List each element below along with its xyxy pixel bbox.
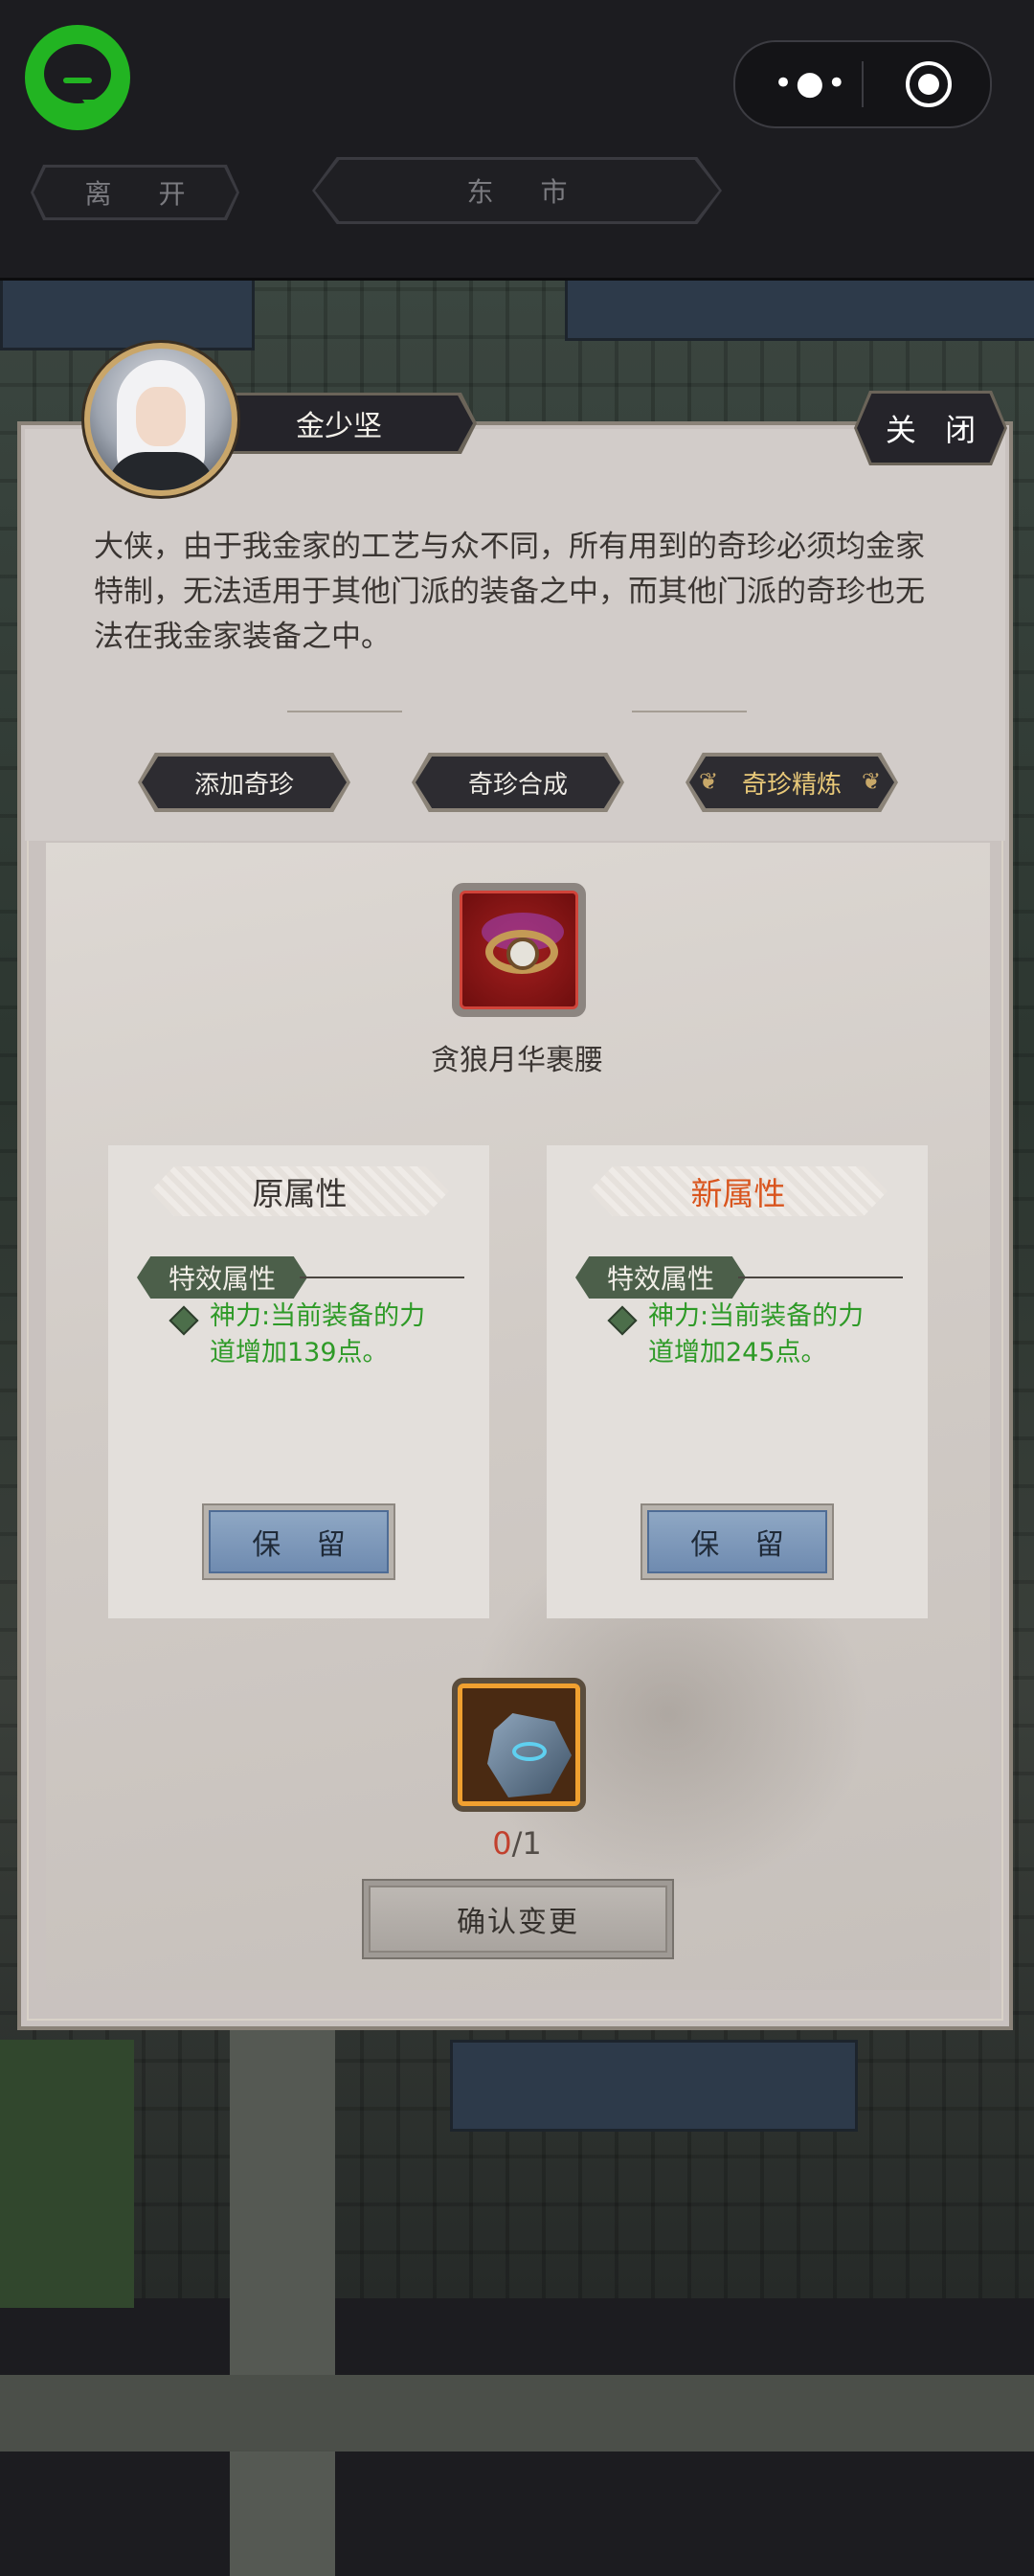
exit-target-icon[interactable] <box>906 61 952 107</box>
road <box>0 2375 1034 2452</box>
road <box>230 2001 335 2576</box>
more-menu-icon[interactable]: •●• <box>774 67 849 100</box>
npc-avatar <box>84 343 237 496</box>
tab-add-treasure[interactable]: 添加奇珍 <box>138 753 350 812</box>
location-label: 东 市 <box>466 176 587 208</box>
rooftop <box>565 278 1034 341</box>
tab-combine-treasure[interactable]: 奇珍合成 <box>412 753 624 812</box>
close-button[interactable]: 关 闭 <box>854 391 1007 465</box>
original-attribute-card: 原属性 特效属性 神力:当前装备的力道增加139点。 保 留 <box>108 1145 489 1618</box>
chat-logo-icon[interactable] <box>25 25 130 130</box>
tab-label: 添加奇珍 <box>193 770 294 800</box>
npc-dialogue: 大侠，由于我金家的工艺与众不同，所有用到的奇珍必须均金家特制，无法适用于其他门派… <box>94 530 925 654</box>
card-title: 新属性 <box>690 1175 786 1212</box>
item-name: 贪狼月华裹腰 <box>431 1044 603 1077</box>
location-title: 东 市 <box>312 157 722 224</box>
attribute-effect: 神力:当前装备的力道增加245点。 <box>648 1301 865 1367</box>
material-have: 0 <box>492 1825 512 1862</box>
hedge <box>0 2040 134 2308</box>
card-title: 原属性 <box>252 1175 348 1212</box>
keep-label: 保 留 <box>690 1528 798 1562</box>
confirm-change-button[interactable]: 确认变更 <box>362 1879 674 1959</box>
tab-label: 奇珍精炼 <box>741 770 842 800</box>
close-label: 关 闭 <box>885 412 986 448</box>
keep-label: 保 留 <box>252 1528 359 1562</box>
refine-stone-icon[interactable] <box>452 1678 586 1812</box>
rooftop <box>0 278 255 350</box>
npc-name-plate: 金少坚 <box>220 393 477 454</box>
tab-refine-treasure[interactable]: ❦ ❦ 奇珍精炼 <box>686 753 898 812</box>
divider-right <box>632 711 747 712</box>
attribute-tag: 特效属性 <box>168 1263 276 1295</box>
npc-name: 金少坚 <box>296 410 382 443</box>
leave-button[interactable]: 离 开 <box>31 165 239 220</box>
new-attribute-card: 新属性 特效属性 神力:当前装备的力道增加245点。 保 留 <box>547 1145 928 1618</box>
leave-label: 离 开 <box>84 178 205 210</box>
keep-original-button[interactable]: 保 留 <box>202 1503 395 1580</box>
keep-new-button[interactable]: 保 留 <box>641 1503 834 1580</box>
confirm-label: 确认变更 <box>457 1906 579 1939</box>
miniprogram-capsule: •●• <box>733 40 992 128</box>
belt-icon[interactable] <box>452 883 586 1017</box>
diamond-bullet-icon <box>607 1305 638 1336</box>
attribute-tag: 特效属性 <box>606 1263 714 1295</box>
rooftop <box>450 2040 858 2132</box>
material-count: 0/1 <box>421 1825 613 1862</box>
tab-label: 奇珍合成 <box>467 770 568 800</box>
diamond-bullet-icon <box>169 1305 199 1336</box>
attribute-effect: 神力:当前装备的力道增加139点。 <box>210 1301 426 1367</box>
capsule-divider <box>862 61 864 107</box>
material-need: /1 <box>511 1825 542 1862</box>
top-bar: •●• 离 开 东 市 <box>0 0 1034 281</box>
divider-left <box>287 711 402 712</box>
